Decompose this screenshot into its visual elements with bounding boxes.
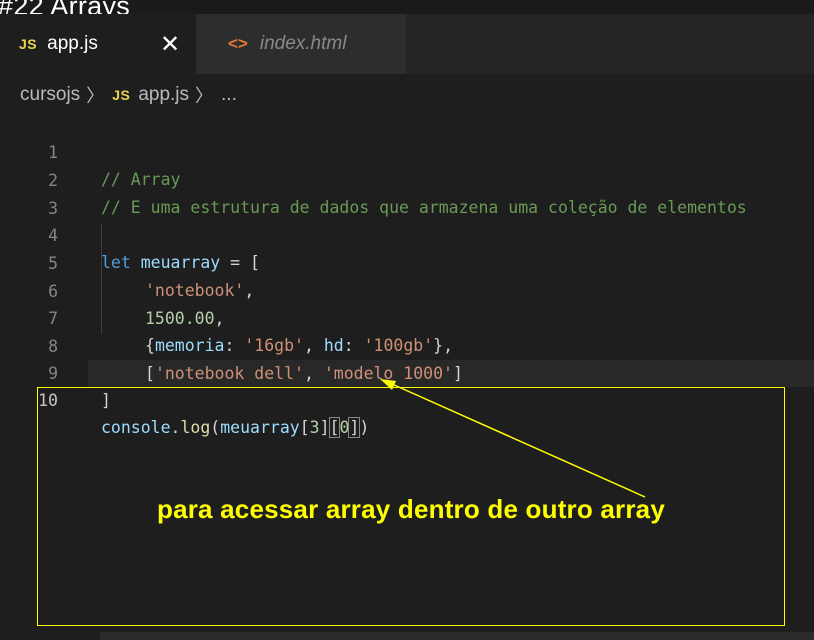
code-punctuation: ] [452,364,463,383]
code-number: 1500.00 [145,309,215,328]
code-punctuation: { [145,336,155,355]
indent-guide [101,224,102,334]
code-punctuation: [ [145,364,155,383]
code-punctuation: , [303,336,324,355]
code-string: '16gb' [244,336,304,355]
chevron-right-icon: 〉 [195,86,214,106]
breadcrumb-file[interactable]: app.js [138,84,189,106]
code-string: 'notebook dell' [154,364,304,383]
tab-label: app.js [47,33,98,54]
code-line: 7 {memoria: '16gb', hd: '100gb'}, [0,278,453,355]
code-line: 1 // Array [0,112,180,189]
tab-index-html[interactable]: <> index.html [196,14,406,74]
chevron-right-icon: 〉 [86,86,105,106]
code-line: 2 // E uma estrutura de dados que armaze… [0,140,747,217]
code-line: 6 1500.00, [0,251,224,328]
tab-app-js[interactable]: JS app.js ✕ [0,14,196,74]
code-property: memoria [154,336,225,355]
code-punctuation: , [214,309,225,328]
code-punctuation: = [ [220,253,260,272]
code-punctuation: , [303,364,324,383]
code-variable: meuarray [140,253,221,272]
editor-tab-bar: JS app.js ✕ <> index.html [0,14,814,74]
close-icon[interactable]: ✕ [160,30,180,59]
code-string: '100gb' [363,336,434,355]
js-file-icon: JS [19,36,38,52]
code-comment: // E uma estrutura de dados que armazena… [101,198,747,217]
code-punctuation: , [244,281,255,300]
code-line: 8 ['notebook dell', 'modelo 1000'] [0,306,463,383]
code-line: 5 'notebook', [0,223,254,300]
code-string: 'notebook' [145,281,245,300]
breadcrumb: cursojs 〉 JS app.js 〉 ... [0,74,814,116]
code-comment: // Array [101,170,181,189]
annotation-text: para acessar array dentro de outro array [156,494,666,524]
breadcrumb-folder[interactable]: cursojs [20,84,80,106]
code-keyword: let [101,253,131,272]
code-punctuation: }, [433,336,454,355]
html-file-icon: <> [228,34,248,53]
code-punctuation: : [343,336,364,355]
js-file-icon: JS [112,87,131,103]
horizontal-scrollbar[interactable] [100,632,814,640]
code-line: 9 ] [0,333,111,410]
breadcrumb-symbol[interactable]: ... [221,84,237,106]
code-line: 3 [0,168,58,218]
code-line-active: 10 console.log(meuarray[3][0]) [0,360,369,438]
code-punctuation: : [224,336,245,355]
video-title-strip: #22 Arrays [0,0,814,21]
code-string: 'modelo 1000' [323,364,453,383]
code-line: 4 let meuarray = [ [0,195,260,272]
code-property: hd [323,336,344,355]
tab-label: index.html [259,33,347,54]
